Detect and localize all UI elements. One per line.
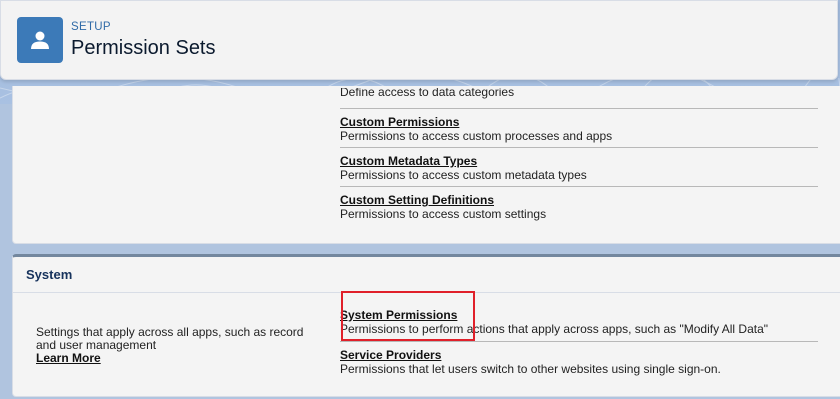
service-providers-link[interactable]: Service Providers (340, 348, 818, 362)
custom-metadata-types-desc: Permissions to access custom metadata ty… (340, 168, 587, 182)
divider (340, 147, 818, 148)
list-item-service-providers: Service Providers Permissions that let u… (340, 348, 818, 376)
page-title: Permission Sets (71, 37, 216, 59)
breadcrumb-setup[interactable]: SETUP (71, 21, 111, 33)
highlight-box (341, 291, 475, 341)
system-description-text: Settings that apply across all apps, suc… (36, 325, 304, 352)
page: SETUP Permission Sets Define access to d… (0, 0, 840, 399)
partial-item: Define access to data categories (340, 88, 818, 100)
system-section-description: Settings that apply across all apps, suc… (36, 326, 326, 365)
custom-setting-definitions-desc: Permissions to access custom settings (340, 207, 547, 221)
service-providers-desc: Permissions that let users switch to oth… (340, 362, 721, 376)
divider (340, 108, 818, 109)
list-item-custom-permissions: Custom Permissions Permissions to access… (340, 115, 818, 143)
user-icon (17, 17, 63, 63)
custom-permissions-link[interactable]: Custom Permissions (340, 115, 818, 129)
setup-header: SETUP Permission Sets (0, 0, 838, 80)
list-item-custom-metadata-types: Custom Metadata Types Permissions to acc… (340, 154, 818, 182)
list-item-custom-setting-definitions: Custom Setting Definitions Permissions t… (340, 193, 818, 221)
system-section-header: System (13, 257, 840, 293)
divider (340, 186, 818, 187)
custom-metadata-types-link[interactable]: Custom Metadata Types (340, 154, 818, 168)
system-section-title: System (26, 267, 73, 282)
custom-setting-definitions-link[interactable]: Custom Setting Definitions (340, 193, 818, 207)
learn-more-link[interactable]: Learn More (36, 352, 326, 365)
divider (340, 341, 818, 342)
custom-permissions-desc: Permissions to access custom processes a… (340, 129, 613, 143)
data-categories-desc: Define access to data categories (340, 88, 515, 99)
